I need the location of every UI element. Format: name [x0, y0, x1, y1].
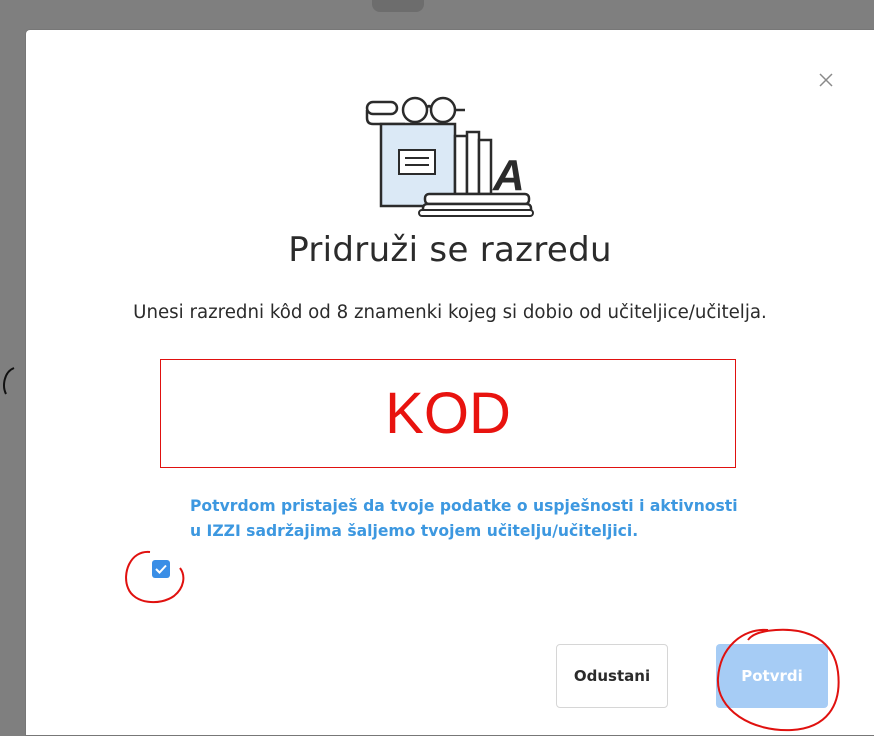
- join-class-dialog: A Pridruži se razredu Unesi razredni kôd…: [26, 30, 874, 735]
- books-glasses-illustration: A: [365, 96, 534, 217]
- dialog-title: Pridruži se razredu: [288, 230, 612, 270]
- svg-text:A: A: [492, 151, 525, 200]
- consent-text: Potvrdom pristaješ da tvoje podatke o us…: [190, 497, 738, 540]
- cancel-button[interactable]: Odustani: [556, 644, 668, 708]
- background-page-tab: [372, 0, 424, 12]
- checkmark-icon: [155, 564, 167, 574]
- class-code-input[interactable]: [161, 359, 735, 468]
- dialog-instruction: Unesi razredni kôd od 8 znamenki kojeg s…: [133, 302, 767, 323]
- consent-checkbox[interactable]: [152, 560, 170, 578]
- class-code-field[interactable]: [160, 359, 736, 468]
- close-button[interactable]: [812, 66, 840, 94]
- confirm-button[interactable]: Potvrdi: [716, 644, 828, 708]
- annotation-circle-checkbox: [125, 550, 185, 604]
- annotation-mark-left: [3, 367, 15, 395]
- close-icon: [819, 73, 833, 87]
